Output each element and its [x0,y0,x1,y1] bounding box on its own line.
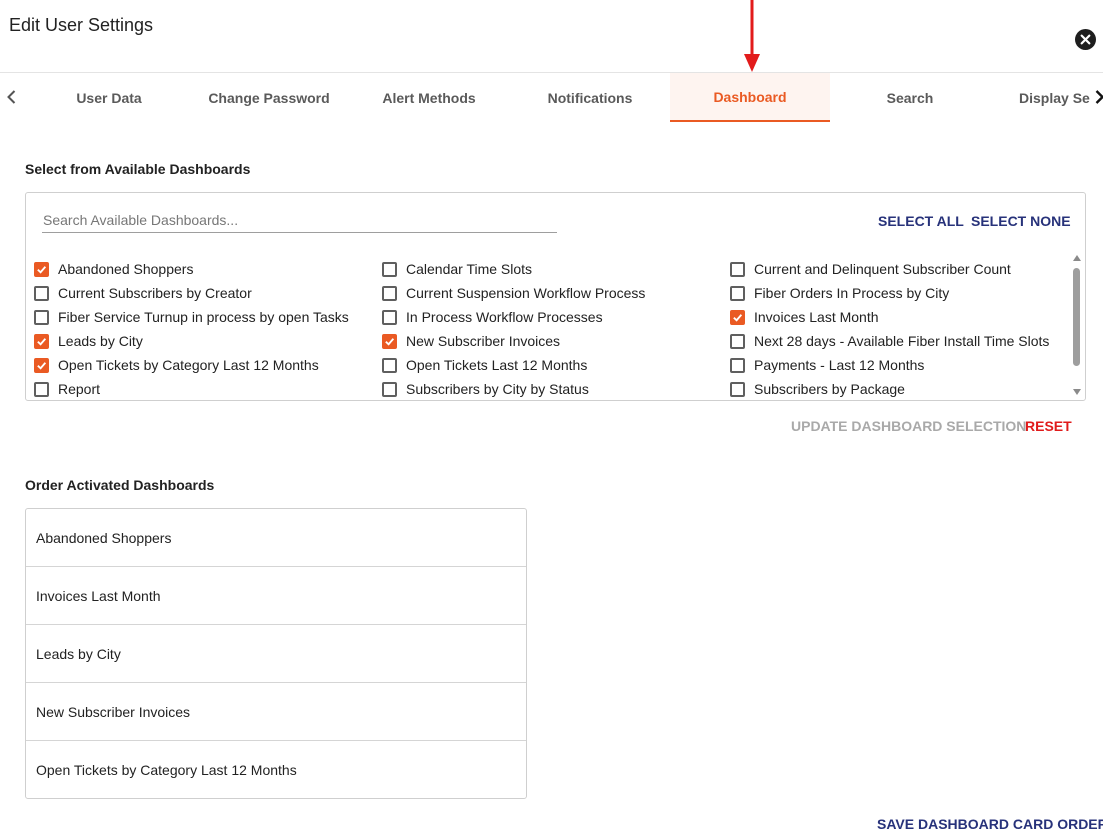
dashboard-checkbox-label: Report [58,381,101,397]
dashboard-checkbox-item[interactable]: Report [34,379,100,399]
dialog-title: Edit User Settings [9,15,154,35]
checkbox-unchecked-icon[interactable] [382,381,397,397]
dashboard-checkbox-item[interactable]: Payments - Last 12 Months [730,355,924,375]
tab-change-password[interactable]: Change Password [189,73,349,122]
dashboard-checkbox-item[interactable]: Fiber Service Turnup in process by open … [34,307,349,327]
checkbox-unchecked-icon[interactable] [34,381,49,397]
dashboard-checkbox-label: Current Subscribers by Creator [58,285,252,301]
checkbox-unchecked-icon[interactable] [382,309,397,325]
tab-display-settings[interactable]: Display Se [990,73,1090,122]
checkbox-checked-icon[interactable] [34,357,49,373]
reset-button[interactable]: RESET [1025,418,1072,434]
checkbox-unchecked-icon[interactable] [382,261,397,277]
dashboard-checkbox-label: Leads by City [58,333,143,349]
checkbox-unchecked-icon[interactable] [730,261,745,277]
scroll-down-icon[interactable] [1073,389,1081,395]
available-dashboards-heading: Select from Available Dashboards [25,161,251,177]
dashboard-checkbox-item[interactable]: Next 28 days - Available Fiber Install T… [730,331,1049,351]
dashboard-checkbox-item[interactable]: Invoices Last Month [730,307,879,327]
dashboard-checkbox-label: Subscribers by Package [754,381,905,397]
close-icon [1080,34,1091,45]
tab-alert-methods[interactable]: Alert Methods [349,73,509,122]
dashboard-checkbox-item[interactable]: Current and Delinquent Subscriber Count [730,259,1011,279]
tabs-scroll-right-button[interactable] [1092,87,1103,107]
dashboard-checkbox-label: Open Tickets Last 12 Months [406,357,588,373]
chevron-right-icon [1095,90,1103,104]
dashboard-checkbox-label: Abandoned Shoppers [58,261,194,277]
checkbox-checked-icon[interactable] [34,333,49,349]
dashboard-checkbox-item[interactable]: Fiber Orders In Process by City [730,283,949,303]
checkbox-unchecked-icon[interactable] [730,333,745,349]
update-dashboard-selection-button[interactable]: UPDATE DASHBOARD SELECTION [791,418,1026,434]
activated-dashboard-item[interactable]: New Subscriber Invoices [26,683,526,741]
dashboard-checkbox-label: Calendar Time Slots [406,261,533,277]
select-none-button[interactable]: SELECT NONE [971,213,1071,229]
annotation-arrow [744,0,760,72]
dashboard-checkbox-label: Payments - Last 12 Months [754,357,925,373]
checkbox-unchecked-icon[interactable] [34,309,49,325]
checkbox-checked-icon[interactable] [730,309,745,325]
scroll-up-icon[interactable] [1073,255,1081,261]
dashboard-checkbox-item[interactable]: Abandoned Shoppers [34,259,193,279]
tabs-scroll-left-button[interactable] [4,87,18,107]
dashboard-checkbox-label: New Subscriber Invoices [406,333,561,349]
search-dashboards-input[interactable] [42,207,557,233]
scrollbar[interactable] [1071,253,1083,399]
dashboard-checkbox-item[interactable]: Leads by City [34,331,143,351]
tab-search[interactable]: Search [830,73,990,122]
dashboard-checkbox-item[interactable]: In Process Workflow Processes [382,307,603,327]
activated-dashboard-item[interactable]: Leads by City [26,625,526,683]
dashboard-checkbox-item[interactable]: Subscribers by City by Status [382,379,589,399]
tabs-bar: User Data Change Password Alert Methods … [0,72,1103,122]
available-dashboards-panel: SELECT ALL SELECT NONE Abandoned Shopper… [25,192,1086,401]
dashboard-checkbox-item[interactable]: New Subscriber Invoices [382,331,560,351]
checkbox-unchecked-icon[interactable] [730,381,745,397]
tab-user-data[interactable]: User Data [29,73,189,122]
dashboard-checkbox-item[interactable]: Current Subscribers by Creator [34,283,252,303]
tab-notifications[interactable]: Notifications [510,73,670,122]
dashboard-checkbox-label: Fiber Service Turnup in process by open … [58,309,349,325]
dashboard-checkbox-label: Invoices Last Month [754,309,879,325]
dashboard-checkbox-item[interactable]: Open Tickets Last 12 Months [382,355,587,375]
dashboard-checkbox-item[interactable]: Open Tickets by Category Last 12 Months [34,355,319,375]
activated-dashboard-item[interactable]: Open Tickets by Category Last 12 Months [26,741,526,799]
activated-dashboard-item[interactable]: Abandoned Shoppers [26,509,526,567]
checkbox-unchecked-icon[interactable] [382,285,397,301]
dashboard-checkbox-label: Subscribers by City by Status [406,381,589,397]
tab-dashboard[interactable]: Dashboard [670,73,830,122]
dashboard-checkbox-label: Current Suspension Workflow Process [406,285,646,301]
activated-dashboard-item[interactable]: Invoices Last Month [26,567,526,625]
checkbox-checked-icon[interactable] [34,261,49,277]
chevron-left-icon [6,90,15,104]
save-dashboard-card-order-button[interactable]: SAVE DASHBOARD CARD ORDER [877,816,1103,831]
dashboard-checkbox-label: In Process Workflow Processes [406,309,603,325]
dashboard-checkbox-label: Current and Delinquent Subscriber Count [754,261,1011,277]
dashboard-checkbox-label: Next 28 days - Available Fiber Install T… [754,333,1050,349]
checkbox-unchecked-icon[interactable] [730,285,745,301]
dashboard-checkbox-item[interactable]: Current Suspension Workflow Process [382,283,645,303]
select-all-button[interactable]: SELECT ALL [878,213,964,229]
activated-dashboards-list: Abandoned Shoppers Invoices Last Month L… [25,508,527,799]
scroll-thumb[interactable] [1073,268,1080,366]
dashboard-checkbox-label: Fiber Orders In Process by City [754,285,950,301]
checkbox-unchecked-icon[interactable] [382,357,397,373]
checkbox-unchecked-icon[interactable] [34,285,49,301]
dashboard-checkbox-item[interactable]: Calendar Time Slots [382,259,532,279]
close-button[interactable] [1075,29,1096,50]
dashboard-checkbox-item[interactable]: Subscribers by Package [730,379,905,399]
tabs-list: User Data Change Password Alert Methods … [29,73,1090,123]
activated-dashboards-heading: Order Activated Dashboards [25,477,215,493]
checkbox-checked-icon[interactable] [382,333,397,349]
checkbox-unchecked-icon[interactable] [730,357,745,373]
dashboard-checkbox-label: Open Tickets by Category Last 12 Months [58,357,319,373]
